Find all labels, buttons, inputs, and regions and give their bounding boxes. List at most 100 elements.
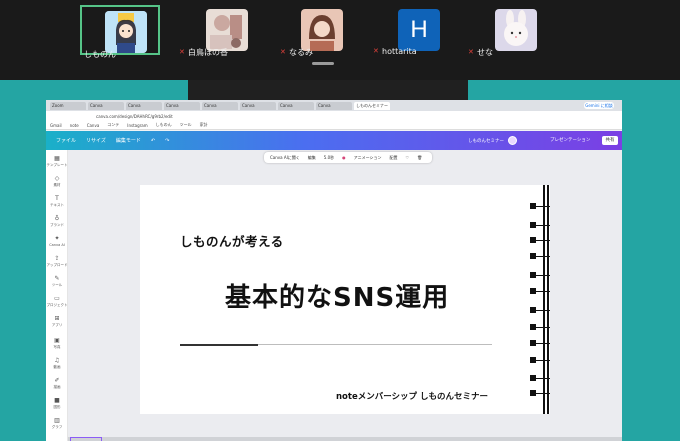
ai-icon: ✦ [54, 235, 60, 242]
slide-footer: noteメンバーシップ しものんセミナー [336, 392, 489, 402]
participant-tile-sena[interactable]: ✕ せな [468, 5, 552, 57]
sidebar-item-draw[interactable]: ✐ 描画 [46, 376, 68, 394]
gemini-button[interactable]: Gemini に相談 [584, 102, 614, 109]
url-text: canva.com/design/DAHhRC/g9rb2/edit [96, 113, 173, 119]
bookmark-item[interactable]: Gmail [50, 123, 62, 128]
muted-mic-icon: ✕ [179, 48, 185, 56]
brand-icon: ♁ [54, 215, 60, 222]
sidebar-item-videos[interactable]: ♫ 動画 [46, 356, 68, 374]
sidebar-item-apps[interactable]: ⊞ アプリ [46, 314, 68, 332]
participant-name: しものん [84, 50, 116, 59]
muted-mic-icon: ✕ [280, 48, 286, 56]
sidebar-item-uploads[interactable]: ⇪ アップロード [46, 254, 68, 272]
bookmark-item[interactable]: コンテ [107, 122, 119, 128]
browser-tab[interactable]: Canva [126, 101, 162, 110]
binding-ring [530, 307, 550, 313]
present-button[interactable]: プレゼンテーション [546, 136, 594, 145]
divider-line [258, 344, 492, 345]
color-wheel-icon[interactable]: ● [342, 155, 346, 160]
binding-ring [530, 237, 550, 243]
bookmark-item[interactable]: note [70, 123, 79, 128]
anime-girl-avatar [105, 11, 147, 53]
browser-tab[interactable]: Canva [88, 101, 124, 110]
browser-tab[interactable]: Zoom [50, 101, 86, 110]
binding-ring [530, 203, 550, 209]
browser-tab[interactable]: Canva [164, 101, 200, 110]
browser-tab[interactable]: Canva [278, 101, 314, 110]
participant-tile-narumi[interactable]: ✕ なるみ [278, 5, 358, 57]
sidebar-item-canva-ai[interactable]: ✦ Canva AI [46, 234, 68, 252]
chart-icon: ▥ [54, 417, 60, 424]
sidebar-item-tools[interactable]: ✎ ツール [46, 274, 68, 292]
slide[interactable]: しものんが考える 基本的なSNS運用 noteメンバーシップ しものんセミナー [140, 185, 550, 414]
notebook-binding [530, 185, 550, 414]
video-call-strip: しものん ✕ 白鳥ほの香 ✕ なるみ H ✕ hottarita ✕ せな [0, 0, 680, 80]
participant-name: 白鳥ほの香 [188, 48, 228, 57]
participant-tile-shimonon[interactable]: しものん [80, 5, 160, 59]
ask-canva-ai-button[interactable]: Canva AIに聞く [270, 155, 300, 161]
folder-icon: ▭ [54, 295, 60, 302]
sidebar-item-text[interactable]: T テキスト [46, 194, 68, 212]
sidebar-item-projects[interactable]: ▭ プロジェクト [46, 294, 68, 312]
browser-tab[interactable]: Canva [240, 101, 276, 110]
page-thumbnail-strip [68, 437, 622, 441]
bookmark-item[interactable]: しものん [156, 122, 172, 128]
browser-tab[interactable]: Canva [202, 101, 238, 110]
project-title[interactable]: しものんセミナー [468, 138, 504, 144]
binding-ring [530, 340, 550, 346]
heart-icon[interactable]: ♡ [406, 155, 410, 160]
edit-button[interactable]: 編集 [308, 155, 316, 161]
redo-icon[interactable]: ↷ [165, 138, 169, 144]
address-bar[interactable]: canva.com/design/DAHhRC/g9rb2/edit [46, 111, 622, 121]
template-icon: ▦ [54, 155, 60, 162]
bookmark-item[interactable]: Instagram [127, 123, 147, 128]
animation-button[interactable]: アニメーション [354, 155, 382, 161]
sidebar-item-shapes[interactable]: ■ 図形 [46, 396, 68, 414]
canva-sidebar: ▦ テンプレート ◇ 素材 T テキスト ♁ ブランド ✦ Canva AI ⇪ アップロー… [46, 150, 68, 441]
muted-mic-icon: ✕ [468, 48, 474, 56]
participant-tile-hottarita[interactable]: H ✕ hottarita [373, 5, 455, 56]
position-button[interactable]: 配置 [390, 155, 398, 161]
participant-name: hottarita [382, 47, 417, 56]
duration-button[interactable]: 5.0秒 [324, 155, 334, 161]
binding-ring [530, 253, 550, 259]
context-toolbar: Canva AIに聞く 編集 5.0秒 ● アニメーション 配置 ♡ 🗑 [264, 152, 432, 163]
page-thumbnail[interactable] [70, 437, 102, 441]
browser-tab-active[interactable]: しものんセミナー [354, 101, 390, 110]
menu-resize[interactable]: リサイズ [86, 137, 106, 144]
upload-icon: ⇪ [54, 255, 60, 262]
text-icon: T [55, 195, 59, 202]
participant-tile-shiratori[interactable]: ✕ 白鳥ほの香 [179, 5, 263, 57]
user-avatar-icon[interactable] [508, 136, 517, 145]
slide-subtitle: しものんが考える [180, 234, 284, 249]
binding-ring [530, 288, 550, 294]
sidebar-item-brand[interactable]: ♁ ブランド [46, 214, 68, 232]
sidebar-item-templates[interactable]: ▦ テンプレート [46, 154, 68, 172]
apps-icon: ⊞ [54, 315, 60, 322]
binding-ring [530, 272, 550, 278]
muted-mic-icon: ✕ [373, 47, 379, 55]
browser-tab[interactable]: Canva [316, 101, 352, 110]
divider-accent [180, 344, 258, 346]
binding-ring [530, 390, 550, 396]
canva-top-bar: ファイル リサイズ 編集モード ↶ ↷ しものんセミナー プレゼンテーション 共… [46, 131, 622, 150]
menu-edit-mode[interactable]: 編集モード [116, 137, 141, 144]
participant-name: なるみ [289, 48, 313, 57]
menu-file[interactable]: ファイル [56, 137, 76, 144]
share-button[interactable]: 共有 [602, 136, 618, 145]
binding-ring [530, 324, 550, 330]
bookmark-item[interactable]: ツール [180, 122, 192, 128]
bookmark-item[interactable]: 家計 [200, 122, 208, 128]
shapes-icon: ■ [54, 397, 60, 404]
undo-icon[interactable]: ↶ [151, 138, 155, 144]
browser-tab-strip: Zoom Canva Canva Canva Canva Canva Canva… [46, 100, 622, 111]
participant-name: せな [477, 48, 493, 57]
binding-ring [530, 375, 550, 381]
sidebar-item-photos[interactable]: ▣ 写真 [46, 336, 68, 354]
trash-icon[interactable]: 🗑 [417, 155, 422, 160]
strip-drag-handle[interactable] [312, 62, 334, 65]
bookmark-item[interactable]: Canva [87, 123, 100, 128]
sidebar-item-charts[interactable]: ▥ グラフ [46, 416, 68, 434]
sidebar-item-elements[interactable]: ◇ 素材 [46, 174, 68, 192]
bookmarks-bar: Gmail note Canva コンテ Instagram しものん ツール … [46, 121, 622, 130]
